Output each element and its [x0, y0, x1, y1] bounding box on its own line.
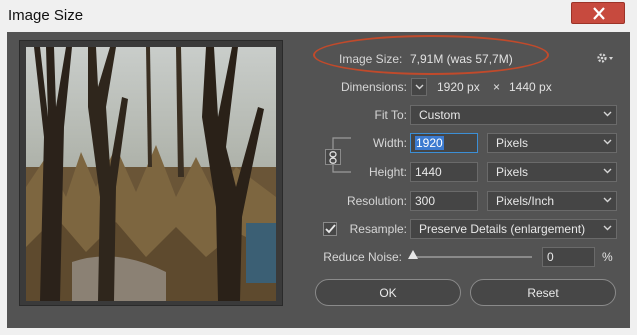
chevron-down-icon: [603, 225, 612, 231]
width-label: Width:: [372, 136, 407, 150]
reset-button[interactable]: Reset: [470, 279, 616, 306]
width-input[interactable]: 1920: [410, 133, 478, 153]
width-value: 1920: [415, 136, 444, 150]
close-button[interactable]: [571, 2, 625, 24]
chevron-down-icon: [603, 139, 612, 145]
chevron-down-icon: [603, 168, 612, 174]
width-unit-dropdown[interactable]: Pixels: [487, 133, 617, 153]
slider-track: [412, 256, 532, 258]
width-unit-value: Pixels: [496, 136, 529, 150]
dimensions-height: 1440 px: [509, 80, 552, 94]
dialog-content: Image Size: 7,91M (was 57,7M) Dimensions…: [7, 32, 630, 328]
resolution-value: 300: [415, 194, 436, 208]
checkbox-icon: [325, 224, 336, 234]
chain-link-icon: [329, 151, 337, 164]
window-title: Image Size: [8, 7, 84, 24]
reduce-noise-input[interactable]: 0: [542, 247, 595, 267]
height-value: 1440: [415, 165, 442, 179]
annotation-circle: [313, 35, 549, 75]
height-unit-value: Pixels: [496, 165, 529, 179]
slider-triangle-icon[interactable]: [408, 250, 418, 259]
window-frame-left: [0, 32, 7, 335]
fit-to-label: Fit To:: [374, 108, 407, 122]
close-icon: [593, 7, 605, 20]
height-unit-dropdown[interactable]: Pixels: [487, 162, 617, 182]
title-bar: Image Size: [0, 0, 637, 32]
gear-icon[interactable]: [596, 52, 614, 64]
resample-method-dropdown[interactable]: Preserve Details (enlargement): [410, 219, 617, 239]
resample-method-value: Preserve Details (enlargement): [419, 222, 586, 236]
reduce-noise-label: Reduce Noise:: [323, 250, 402, 264]
window-frame-right: [630, 32, 637, 335]
chevron-down-icon: [603, 111, 612, 117]
reduce-noise-slider[interactable]: [408, 247, 533, 263]
ok-button[interactable]: OK: [315, 279, 461, 306]
constrain-proportions-button[interactable]: [325, 149, 341, 165]
resolution-input[interactable]: 300: [410, 191, 478, 211]
chevron-down-icon: [603, 197, 612, 203]
resolution-unit-dropdown[interactable]: Pixels/Inch: [487, 191, 617, 211]
chevron-down-icon: [415, 84, 424, 90]
dimensions-unit-dropdown[interactable]: [411, 78, 427, 96]
dimensions-label: Dimensions:: [340, 80, 407, 94]
fit-to-value: Custom: [419, 108, 461, 122]
height-input[interactable]: 1440: [410, 162, 478, 182]
preview-photo: [26, 47, 276, 301]
height-label: Height:: [368, 165, 407, 179]
resample-label: Resample:: [349, 222, 407, 236]
image-preview[interactable]: [19, 40, 283, 306]
reduce-noise-value: 0: [547, 250, 554, 264]
reduce-noise-unit: %: [602, 250, 613, 264]
resample-checkbox[interactable]: [323, 222, 337, 236]
resolution-label: Resolution:: [346, 194, 407, 208]
dimensions-width: 1920 px: [437, 80, 480, 94]
window-frame-bottom: [0, 328, 637, 335]
fit-to-dropdown[interactable]: Custom: [410, 105, 617, 125]
resolution-unit-value: Pixels/Inch: [496, 194, 555, 208]
dimensions-times: ×: [493, 80, 501, 94]
